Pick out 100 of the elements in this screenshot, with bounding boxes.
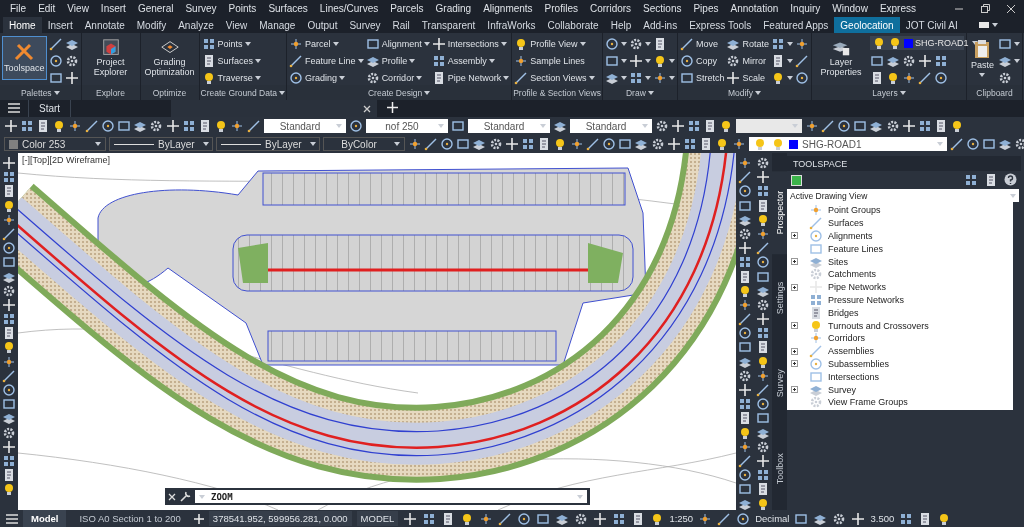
ribbon-tab[interactable]: Rail — [386, 17, 416, 33]
style-dropdown[interactable]: nof 250 — [366, 119, 448, 133]
tree-item[interactable]: Bridges — [791, 306, 1013, 320]
scale-dropdown[interactable]: 1:250 — [669, 513, 694, 524]
tree-item[interactable]: Alignments — [791, 229, 1013, 243]
ribbon-button[interactable]: Sample Lines — [514, 53, 595, 68]
ribbon-button[interactable]: Corridor — [365, 70, 430, 85]
menu-item[interactable]: Edit — [32, 3, 62, 14]
layout-tab[interactable]: Model — [23, 510, 67, 527]
ribbon-button[interactable]: Toolspace — [2, 36, 47, 80]
palette-tab[interactable]: Survey — [772, 341, 787, 425]
ribbon-tab[interactable]: Annotate — [78, 17, 131, 33]
menu-item[interactable]: Surfaces — [262, 3, 314, 14]
linetype-dropdown[interactable]: ByLayer — [216, 137, 320, 151]
ribbon-button[interactable]: Traverse — [201, 70, 262, 85]
ribbon-tab[interactable]: Home — [3, 17, 42, 33]
tree-item[interactable]: Catchments — [791, 268, 1013, 281]
ribbon-button[interactable]: Paste — [968, 36, 996, 80]
menu-item[interactable]: Survey — [179, 3, 223, 14]
style-dropdown[interactable]: ByColor — [323, 137, 405, 151]
ribbon-tab[interactable]: Transparent — [415, 17, 482, 33]
tree-item[interactable]: Pipe Networks — [791, 280, 1013, 294]
ribbon-tab[interactable]: Add-ins — [637, 17, 684, 33]
menu-item[interactable]: Pipes — [687, 3, 725, 14]
tree-item[interactable]: Sites — [791, 255, 1013, 268]
tree-item[interactable]: Surfaces — [791, 216, 1013, 230]
ribbon-button[interactable]: Project Explorer — [83, 36, 138, 80]
ribbon-button[interactable]: Grading — [289, 70, 364, 85]
ribbon-button[interactable]: Intersections — [431, 36, 510, 51]
ribbon-tab[interactable]: View — [219, 17, 254, 33]
menu-item[interactable]: Inquiry — [784, 3, 827, 14]
view-dropdown[interactable]: Active Drawing View — [787, 189, 1019, 202]
ribbon-button[interactable]: Scale — [726, 70, 769, 85]
ribbon-tab[interactable]: Help — [604, 17, 638, 33]
palette-tab[interactable]: Settings — [772, 256, 787, 340]
menu-item[interactable]: Insert — [94, 3, 132, 14]
command-field[interactable]: ZOOM — [195, 490, 587, 503]
ribbon-button[interactable]: Points — [201, 36, 262, 51]
ribbon-button[interactable]: Profile — [365, 53, 430, 68]
menu-item[interactable]: Parcels — [384, 3, 430, 14]
ribbon-tab[interactable]: Featured Apps — [757, 17, 835, 33]
tree-item[interactable]: Intersections — [791, 370, 1013, 384]
ribbon-tab[interactable]: Insert — [41, 17, 79, 33]
palette-tab[interactable]: Prospector — [772, 171, 787, 255]
ribbon-button[interactable]: Grading Optimization — [142, 36, 197, 80]
ribbon-button[interactable]: Copy — [679, 53, 725, 68]
ribbon-tab[interactable]: Output — [301, 17, 344, 33]
tree-item[interactable]: Feature Lines — [791, 242, 1013, 256]
layer-dropdown[interactable]: SHG-ROAD1 — [749, 137, 947, 151]
menu-item[interactable]: View — [61, 3, 95, 14]
ribbon-tab[interactable]: Survey — [343, 17, 387, 33]
ribbon-tab[interactable]: JOT Civil AI — [899, 17, 964, 33]
menu-item[interactable]: Lines/Curves — [313, 3, 385, 14]
tree-item[interactable]: Point Groups — [791, 204, 1013, 217]
menu-item[interactable]: Corridors — [583, 3, 638, 14]
tree-item[interactable]: Survey — [791, 383, 1013, 396]
menu-item[interactable]: Grading — [429, 3, 478, 14]
ribbon-button[interactable]: Profile View — [514, 36, 595, 51]
tree-item[interactable]: Subassemblies — [791, 357, 1013, 371]
ribbon-tab[interactable]: InfraWorks — [481, 17, 542, 33]
menu-item[interactable]: General — [131, 3, 180, 14]
ribbon-tab[interactable]: Analyze — [172, 17, 220, 33]
layout-tab[interactable]: ISO A0 Section 1 to 200 — [71, 510, 189, 527]
style-dropdown[interactable]: Standard — [570, 119, 652, 133]
tree-item[interactable]: Assemblies — [791, 344, 1013, 358]
linetype-dropdown[interactable]: ByLayer — [109, 137, 213, 151]
ribbon-button[interactable]: Move — [679, 36, 725, 51]
ribbon-button[interactable]: Layer Properties — [813, 36, 868, 80]
ribbon-button[interactable]: Stretch — [679, 70, 725, 85]
palette-tab[interactable]: Toolbox — [772, 426, 787, 510]
ribbon-button[interactable]: Mirror — [726, 53, 769, 68]
ribbon-button[interactable]: Surfaces — [201, 53, 262, 68]
tree-item[interactable]: View Frame Groups — [791, 395, 1013, 409]
style-dropdown[interactable]: Standard — [264, 119, 346, 133]
tree-item[interactable]: Pressure Networks — [791, 293, 1013, 307]
menu-item[interactable]: Alignments — [477, 3, 539, 14]
menu-item[interactable]: Express — [873, 3, 922, 14]
ribbon-tab[interactable]: Manage — [253, 17, 302, 33]
viewport-label[interactable]: [-][Top][2D Wireframe] — [22, 155, 111, 165]
ribbon-button[interactable]: Alignment — [365, 36, 430, 51]
ribbon-button[interactable]: Parcel — [289, 36, 364, 51]
space-toggle[interactable]: MODEL — [356, 511, 399, 526]
units-dropdown[interactable]: Decimal — [755, 513, 790, 524]
ribbon-tab[interactable]: Geolocation — [834, 17, 900, 33]
menu-item[interactable]: Points — [222, 3, 263, 14]
menu-item[interactable]: File — [4, 3, 33, 14]
ribbon-button[interactable]: Pipe Network — [431, 70, 510, 85]
menu-item[interactable]: Profiles — [538, 3, 584, 14]
menu-item[interactable]: Annotation — [724, 3, 785, 14]
ribbon-button[interactable]: Feature Line — [289, 53, 364, 68]
ribbon-tab[interactable]: Modify — [130, 17, 173, 33]
ribbon-button[interactable]: Assembly — [431, 53, 510, 68]
ribbon-button[interactable]: Rotate — [726, 36, 769, 51]
style-dropdown[interactable]: Standard — [468, 119, 550, 133]
color-dropdown[interactable]: Color 253 — [4, 137, 106, 151]
menu-item[interactable]: Sections — [637, 3, 688, 14]
tree-item[interactable]: Corridors — [791, 331, 1013, 345]
ribbon-tab[interactable]: Collaborate — [541, 17, 605, 33]
ribbon-tab[interactable]: Express Tools — [683, 17, 758, 33]
ribbon-button[interactable]: Section Views — [514, 70, 595, 85]
